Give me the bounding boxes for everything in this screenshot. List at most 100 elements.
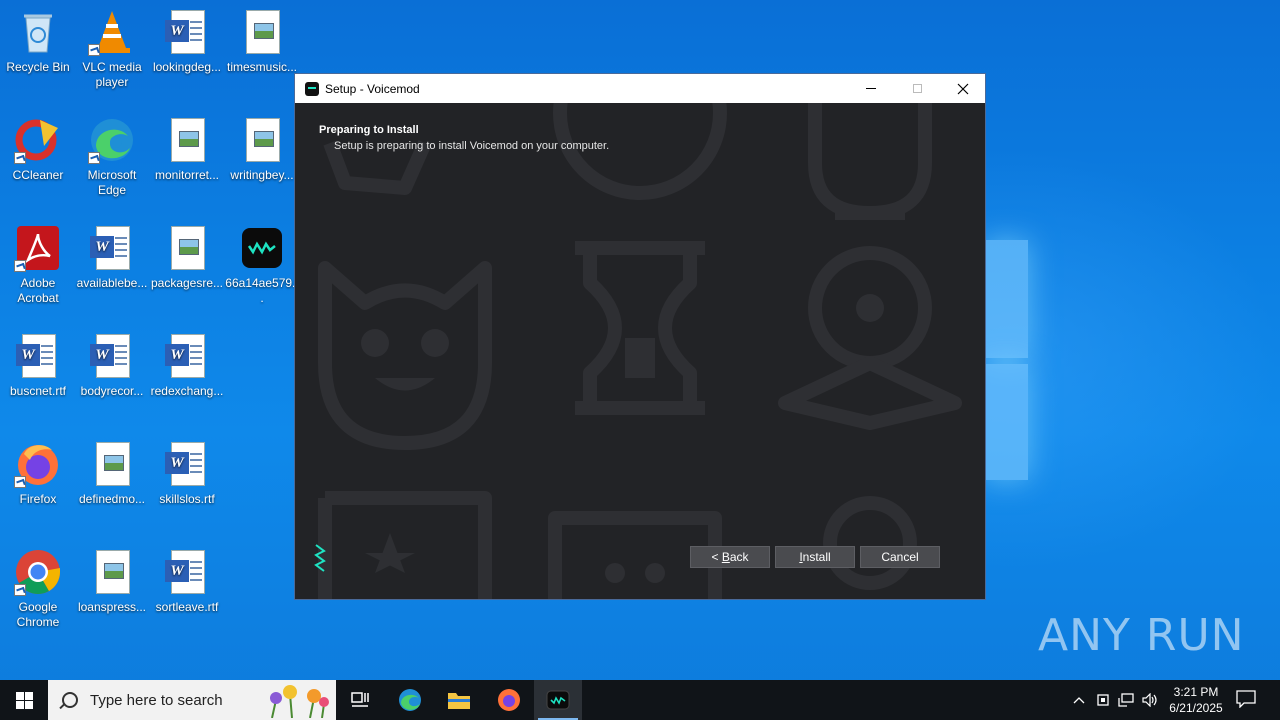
anyrun-watermark: ANY RUN	[1038, 610, 1245, 661]
taskbar: Type here to search 3:21 PM 6/21/2025	[0, 680, 1280, 720]
desktop-icon-recycle-bin[interactable]: Recycle Bin	[0, 8, 76, 75]
taskbar-file-explorer[interactable]	[435, 680, 483, 720]
speaker-icon	[1142, 693, 1157, 707]
back-button[interactable]: < Back	[690, 546, 770, 568]
desktop-icon-label: bodyrecor...	[80, 384, 144, 398]
volume-button[interactable]	[1139, 680, 1161, 720]
vlc-icon	[88, 8, 136, 56]
image-file-icon	[163, 116, 211, 164]
tray-device-button[interactable]	[1092, 680, 1114, 720]
desktop-icon-label: Google Chrome	[16, 600, 60, 629]
word-doc-icon: W	[163, 332, 211, 380]
start-button[interactable]	[0, 680, 48, 720]
desktop-icon-packagesre[interactable]: packagesre...	[149, 224, 225, 291]
desktop-icon-label: monitorret...	[154, 168, 220, 182]
folder-icon	[448, 693, 470, 709]
desktop-icon-skillslos[interactable]: W skillslos.rtf	[149, 440, 225, 507]
task-view-icon	[351, 692, 369, 707]
back-button-prefix: <	[711, 550, 722, 564]
desktop-icon-label: loanspress...	[77, 600, 147, 614]
desktop-icon-sortleave[interactable]: W sortleave.rtf	[149, 548, 225, 615]
clock-date: 6/21/2025	[1169, 701, 1223, 715]
desktop-icon-label: timesmusic...	[226, 60, 297, 74]
wallpaper-windows-logo	[985, 240, 1035, 480]
word-doc-icon: W	[163, 440, 211, 488]
task-view-button[interactable]	[336, 680, 384, 720]
windows-logo-icon	[15, 691, 33, 709]
background-pattern-art	[318, 103, 962, 599]
notification-icon	[1236, 690, 1256, 709]
desktop-icon-ccleaner[interactable]: CCleaner	[0, 116, 76, 183]
desktop-icon-label: lookingdeg...	[152, 60, 222, 74]
word-doc-icon: W	[88, 332, 136, 380]
window-titlebar[interactable]: Setup - Voicemod	[295, 74, 985, 103]
cancel-button[interactable]: Cancel	[860, 546, 940, 568]
install-button[interactable]: Install	[775, 546, 855, 568]
chrome-icon	[14, 548, 62, 596]
desktop-icon-label: Recycle Bin	[6, 60, 70, 74]
desktop-icon-availablebe[interactable]: W availablebe...	[74, 224, 150, 291]
search-flowers-illustration	[270, 685, 329, 718]
desktop-icon-66a14ae579[interactable]: 66a14ae579...	[224, 224, 300, 306]
desktop-icon-definedmo[interactable]: definedmo...	[74, 440, 150, 507]
taskbar-clock[interactable]: 3:21 PM 6/21/2025	[1162, 684, 1230, 716]
image-file-icon	[238, 8, 286, 56]
desktop-icon-label: VLC media player	[82, 60, 142, 89]
ccleaner-icon	[14, 116, 62, 164]
desktop-icon-label: definedmo...	[78, 492, 146, 506]
search-placeholder: Type here to search	[90, 691, 223, 709]
word-doc-icon: W	[14, 332, 62, 380]
installer-content: Preparing to Install Setup is preparing …	[295, 103, 985, 599]
desktop-icon-buscnet[interactable]: W buscnet.rtf	[0, 332, 76, 399]
action-center-button[interactable]	[1236, 690, 1256, 709]
desktop-icon-timesmusic[interactable]: timesmusic...	[224, 8, 300, 75]
setup-window: Setup - Voicemod Preparing to Install Se…	[294, 73, 986, 600]
desktop-icon-label: Adobe Acrobat	[17, 276, 59, 305]
desktop-icon-firefox[interactable]: Firefox	[0, 440, 76, 507]
desktop-icon-label: 66a14ae579...	[225, 276, 299, 305]
image-file-icon	[238, 116, 286, 164]
desktop-icon-loanspress[interactable]: loanspress...	[74, 548, 150, 615]
taskbar-voicemod-setup[interactable]	[534, 680, 582, 720]
desktop-icon-monitorret[interactable]: monitorret...	[149, 116, 225, 183]
close-button[interactable]	[940, 74, 986, 103]
desktop-icon-adobe-acrobat[interactable]: Adobe Acrobat	[0, 224, 76, 306]
desktop-icon-bodyrecor[interactable]: W bodyrecor...	[74, 332, 150, 399]
desktop-icon-label: sortleave.rtf	[155, 600, 219, 614]
desktop-icon-label: availablebe...	[76, 276, 148, 290]
desktop-icon-microsoft-edge[interactable]: Microsoft Edge	[74, 116, 150, 198]
acrobat-icon	[14, 224, 62, 272]
desktop-icon-vlc[interactable]: VLC media player	[74, 8, 150, 90]
desktop-icon-lookingdeg[interactable]: W lookingdeg...	[149, 8, 225, 75]
voicemod-logo-icon	[314, 544, 326, 572]
clock-time: 3:21 PM	[1173, 685, 1219, 699]
desktop-icon-label: redexchang...	[150, 384, 224, 398]
network-button[interactable]	[1115, 680, 1137, 720]
show-hidden-icons-button[interactable]	[1068, 680, 1090, 720]
desktop-icon-redexchang[interactable]: W redexchang...	[149, 332, 225, 399]
voicemod-installer-icon	[238, 224, 286, 272]
recycle-bin-icon	[14, 8, 62, 56]
back-button-accelerator: B	[721, 550, 730, 564]
desktop-icon-writingbey[interactable]: writingbey...	[224, 116, 300, 183]
network-icon	[1118, 693, 1134, 707]
desktop-icon-label: skillslos.rtf	[159, 492, 215, 506]
page-heading: Preparing to Install	[319, 124, 419, 136]
image-file-icon	[88, 440, 136, 488]
word-doc-icon: W	[163, 8, 211, 56]
desktop-icon-label: Microsoft Edge	[87, 168, 137, 197]
minimize-icon	[866, 88, 876, 89]
taskbar-search-box[interactable]: Type here to search	[48, 680, 336, 720]
back-button-label: ack	[729, 550, 749, 564]
word-doc-icon: W	[88, 224, 136, 272]
device-icon	[1097, 694, 1109, 706]
desktop-icon-google-chrome[interactable]: Google Chrome	[0, 548, 76, 630]
desktop-icon-label: buscnet.rtf	[9, 384, 67, 398]
maximize-button[interactable]	[894, 74, 940, 103]
taskbar-edge[interactable]	[386, 680, 434, 720]
taskbar-firefox[interactable]	[485, 680, 533, 720]
image-file-icon	[163, 224, 211, 272]
firefox-icon	[498, 689, 520, 711]
desktop-icon-label: writingbey...	[230, 168, 294, 182]
minimize-button[interactable]	[848, 74, 894, 103]
